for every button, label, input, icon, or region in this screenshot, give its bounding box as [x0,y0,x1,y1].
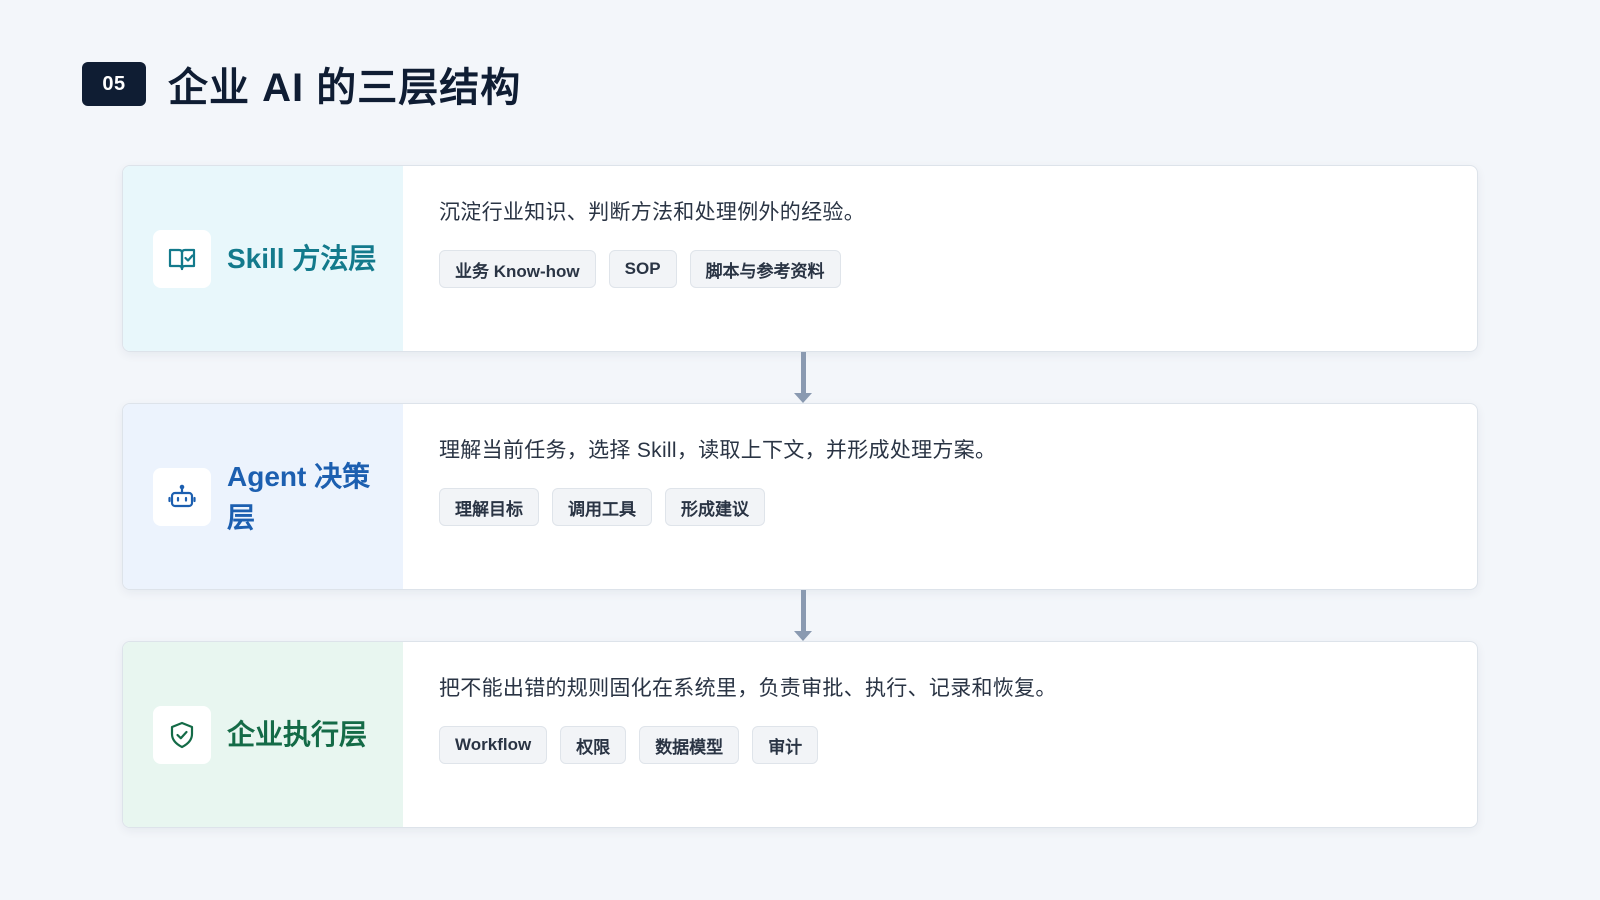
arrow-down-icon [794,393,812,403]
tag: 形成建议 [665,488,765,526]
tag: 调用工具 [552,488,652,526]
tag: 数据模型 [639,726,740,764]
arrow-down-icon [794,631,812,641]
layer-content-agent: 理解当前任务，选择 Skill，读取上下文，并形成处理方案。 理解目标 调用工具… [403,404,1477,589]
layer-name-agent: Agent 决策层 [227,460,371,533]
tag-list: 理解目标 调用工具 形成建议 [439,488,1441,526]
tag: Workflow [439,726,548,764]
down-arrow-connector [122,352,1478,403]
layer-content-execution: 把不能出错的规则固化在系统里，负责审批、执行、记录和恢复。 Workflow 权… [403,642,1477,827]
layer-name-skill: Skill 方法层 [227,243,377,274]
down-arrow-connector [122,590,1478,641]
section-number-badge: 05 [82,62,146,106]
layer-description: 把不能出错的规则固化在系统里，负责审批、执行、记录和恢复。 [439,677,1057,700]
layer-content-skill: 沉淀行业知识、判断方法和处理例外的经验。 业务 Know-how SOP 脚本与… [403,166,1477,351]
slide: 05 企业 AI 的三层结构 Skill 方法层 沉淀行业知识、判断方法和处理例… [0,0,1600,900]
tag-list: Workflow 权限 数据模型 审计 [439,726,1441,764]
slide-header: 05 企业 AI 的三层结构 [82,55,521,113]
layer-card-agent: Agent 决策层 理解当前任务，选择 Skill，读取上下文，并形成处理方案。… [122,403,1478,590]
tag: 脚本与参考资料 [689,250,841,288]
tag: 审计 [752,726,819,764]
tag: 业务 Know-how [439,250,596,288]
arrow-shaft [801,590,806,634]
layer-label-panel-agent: Agent 决策层 [123,404,403,589]
layer-name-execution: 企业执行层 [227,719,368,750]
arrow-shaft [801,352,806,396]
layer-description: 沉淀行业知识、判断方法和处理例外的经验。 [439,201,865,224]
layer-description: 理解当前任务，选择 Skill，读取上下文，并形成处理方案。 [439,439,997,462]
tag-list: 业务 Know-how SOP 脚本与参考资料 [439,250,1441,288]
layer-card-skill: Skill 方法层 沉淀行业知识、判断方法和处理例外的经验。 业务 Know-h… [122,165,1478,352]
book-check-icon [153,229,211,288]
layer-label-panel-execution: 企业执行层 [123,642,403,827]
slide-title: 企业 AI 的三层结构 [168,66,522,110]
layer-card-execution: 企业执行层 把不能出错的规则固化在系统里，负责审批、执行、记录和恢复。 Work… [122,641,1478,828]
layer-stack: Skill 方法层 沉淀行业知识、判断方法和处理例外的经验。 业务 Know-h… [122,165,1478,828]
tag: SOP [608,250,677,288]
robot-icon [153,467,211,526]
tag: 理解目标 [439,488,539,526]
layer-label-panel-skill: Skill 方法层 [123,166,403,351]
shield-check-icon [153,705,211,764]
tag: 权限 [560,726,627,764]
